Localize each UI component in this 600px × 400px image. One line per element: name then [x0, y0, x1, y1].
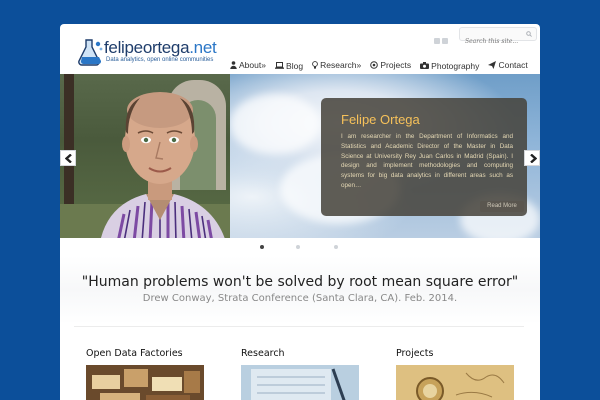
nav-blog[interactable]: Blog — [275, 61, 303, 71]
site-logo[interactable]: felipeortega.net Data analytics, open on… — [78, 38, 228, 68]
logo-text: felipeortega.net — [104, 38, 217, 58]
search-input[interactable] — [460, 35, 522, 48]
card-projects[interactable]: Projects — [396, 348, 516, 400]
nav-about-label: About» — [239, 60, 266, 70]
send-icon — [488, 61, 497, 69]
slider-next-button[interactable] — [524, 150, 540, 166]
camera-icon — [420, 62, 430, 69]
slide-caption: Felipe Ortega I am researcher in the Dep… — [321, 98, 527, 216]
slide-title[interactable]: Felipe Ortega — [341, 112, 420, 127]
chevron-right-icon — [530, 154, 537, 163]
nav-projects[interactable]: Projects — [370, 60, 411, 70]
slide-body: I am researcher in the Department of Inf… — [341, 133, 513, 189]
logo-tld: .net — [189, 38, 217, 57]
logo-tagline: Data analytics, open online communities — [106, 57, 214, 63]
nav-contact-label: Contact — [498, 60, 528, 70]
nav-blog-label: Blog — [286, 60, 304, 71]
twitter-icon[interactable] — [434, 38, 440, 44]
cloud-shape — [230, 94, 320, 154]
slider-dot[interactable] — [260, 245, 264, 249]
laptop-icon — [275, 62, 285, 69]
person-icon — [230, 61, 237, 69]
flask-logo-icon — [78, 39, 103, 66]
nav-research-label: Research» — [320, 60, 362, 70]
card-image — [86, 365, 204, 400]
card-title[interactable]: Projects — [396, 348, 516, 359]
slider-dot[interactable] — [334, 245, 338, 249]
target-icon — [370, 61, 379, 69]
quote-source: Drew Conway, Strata Conference (Santa Cl… — [142, 293, 458, 304]
nav-about[interactable]: About» — [230, 60, 266, 70]
divider — [74, 326, 524, 327]
quote-band — [60, 256, 540, 324]
nav-contact[interactable]: Contact — [488, 60, 528, 70]
chevron-left-icon — [65, 154, 72, 163]
slider-pagination — [60, 243, 540, 251]
social-links — [434, 29, 450, 44]
portrait-image — [101, 92, 225, 238]
slider-dot[interactable] — [296, 245, 300, 249]
nav-projects-label: Projects — [380, 60, 412, 70]
nav-photography[interactable]: Photography — [420, 61, 479, 71]
nav-research[interactable]: Research» — [312, 60, 361, 70]
nav-photography-label: Photography — [431, 60, 480, 71]
logo-name: felipeortega — [104, 38, 190, 57]
quote-text: "Human problems won't be solved by root … — [81, 274, 519, 290]
site-header: felipeortega.net Data analytics, open on… — [60, 24, 540, 74]
card-image — [396, 365, 514, 400]
card-open-data[interactable]: Open Data Factories — [86, 348, 206, 400]
rss-icon[interactable] — [442, 38, 448, 44]
page-container: felipeortega.net Data analytics, open on… — [60, 24, 540, 400]
slider-prev-button[interactable] — [60, 150, 76, 166]
hero-slider: Felipe Ortega I am researcher in the Dep… — [60, 74, 540, 238]
lightbulb-icon — [312, 61, 319, 69]
search-box — [459, 27, 537, 48]
card-research[interactable]: Research — [241, 348, 361, 400]
search-icon[interactable] — [526, 31, 532, 37]
card-title[interactable]: Research — [241, 348, 361, 359]
main-nav: About» Blog Research» Projects Photograp… — [230, 54, 532, 71]
read-more-button[interactable]: Read More — [480, 201, 524, 212]
card-image — [241, 365, 359, 400]
card-title[interactable]: Open Data Factories — [86, 348, 206, 359]
tree-trunk — [64, 74, 74, 224]
